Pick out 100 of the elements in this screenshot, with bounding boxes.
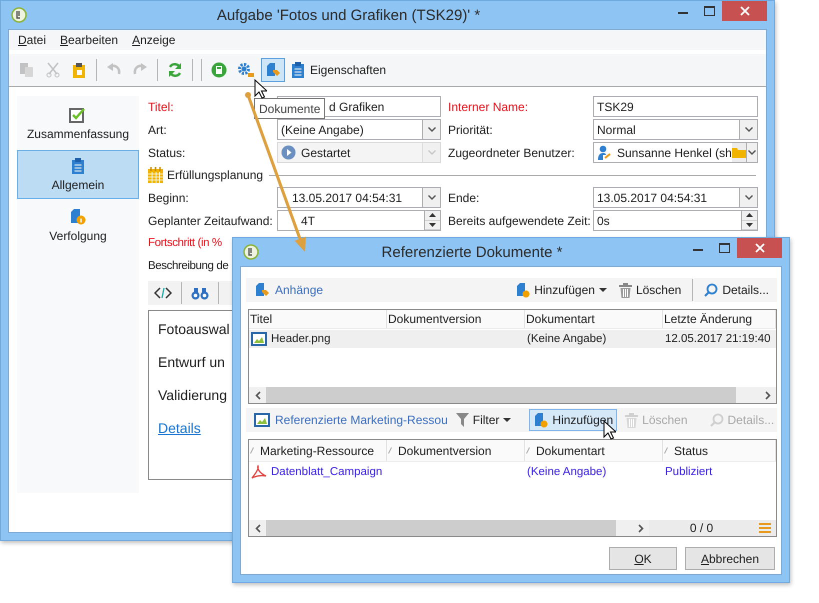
caret-icon — [744, 195, 752, 200]
app-icon — [243, 244, 259, 260]
image-icon — [254, 413, 270, 427]
calendar-icon — [148, 167, 163, 183]
sort-icon — [250, 447, 254, 454]
table-cell-text: (Keine Angabe) — [526, 332, 608, 347]
scroll-right-icon — [764, 390, 770, 400]
caret-icon — [428, 127, 436, 132]
dropdown-button[interactable] — [739, 188, 757, 207]
binoculars-icon — [191, 286, 209, 300]
sidebar-label: Zusammenfassung — [26, 126, 130, 140]
action-button[interactable]: Details... — [700, 279, 773, 301]
editor-line: Entwurf un — [158, 354, 225, 370]
close-icon — [754, 243, 764, 253]
field-label: Interner Name: — [447, 100, 530, 114]
up-icon — [429, 213, 436, 218]
sidebar-item[interactable]: Verfolgung — [17, 201, 139, 250]
action-button[interactable]: Hinzufügen — [511, 279, 611, 301]
scroll-left-icon — [254, 390, 260, 400]
document-add-icon — [515, 282, 530, 298]
action-button[interactable]: Hinzufügen — [529, 409, 618, 431]
pdf-icon — [251, 465, 267, 479]
table-link[interactable]: Datenblatt_Campaign — [249, 463, 387, 481]
column-header[interactable]: Dokumentversion — [387, 310, 525, 328]
spin-up-button[interactable] — [742, 211, 757, 220]
close-button[interactable] — [722, 1, 767, 21]
input-field[interactable]: TSK29 — [593, 96, 758, 117]
editor-line: Validierung — [158, 387, 228, 403]
dropdown-button[interactable] — [746, 143, 757, 162]
table-row[interactable]: Datenblatt_Campaign (Keine Angabe) Publiziert — [249, 463, 776, 481]
record-counter: 0 / 0 — [649, 520, 754, 536]
dropdown-field[interactable]: 13.05.2017 04:54:31 — [277, 187, 441, 208]
menu-item[interactable]: Datei — [11, 33, 54, 47]
column-header[interactable]: Dokumentart — [525, 440, 663, 461]
spin-up-button[interactable] — [425, 211, 440, 220]
documents-icon — [254, 282, 270, 298]
refresh-icon — [167, 62, 183, 78]
cancel-button[interactable]: Abbrechen — [685, 547, 775, 570]
table-link[interactable]: Publiziert — [663, 463, 776, 481]
caret-icon — [748, 150, 756, 155]
up-icon — [746, 213, 753, 218]
dropdown-button[interactable] — [422, 188, 440, 207]
filter-button[interactable]: Filter — [452, 409, 516, 431]
close-button[interactable] — [737, 238, 782, 258]
scrollbar[interactable]: 0 / 0 — [249, 520, 776, 536]
folder-icon — [732, 147, 746, 158]
document-info-icon — [70, 208, 86, 225]
column-header[interactable]: Dokumentart — [525, 310, 663, 328]
sort-icon — [664, 447, 668, 454]
dropdown-field[interactable]: Sunsanne Henkel (sh — [593, 142, 758, 163]
field-label: Beginn: — [148, 190, 190, 204]
sidebar-item[interactable]: Zusammenfassung — [17, 99, 139, 148]
down-icon — [429, 222, 436, 227]
clipboard-icon — [71, 157, 85, 174]
dialog-title: Referenzierte Dokumente * — [380, 244, 564, 260]
column-header[interactable]: Marketing-Ressource — [249, 440, 387, 461]
scroll-right-icon — [638, 524, 644, 532]
clipboard-icon — [291, 62, 305, 78]
menu-item[interactable]: Bearbeiten — [53, 33, 126, 47]
documents-icon — [265, 62, 281, 78]
caret-icon — [744, 127, 752, 132]
field-label: Art: — [148, 122, 168, 136]
column-header[interactable]: Titel — [249, 310, 387, 328]
toolbar-button[interactable] — [261, 58, 285, 82]
column-header[interactable]: Letzte Änderung — [663, 310, 776, 328]
trash-icon — [618, 282, 632, 298]
list-menu-icon — [759, 523, 771, 533]
table-row[interactable]: Header.png (Keine Angabe) 12.05.2017 21:19:40 — [249, 330, 776, 348]
editor-line: Fotoauswal — [158, 321, 230, 337]
input-field[interactable]: 0s — [593, 210, 758, 231]
column-header[interactable]: Dokumentversion — [387, 440, 525, 461]
sidebar-item[interactable]: Allgemein — [17, 150, 139, 199]
dropdown-field[interactable]: (Keine Angabe) — [277, 119, 441, 140]
menu-item[interactable]: Anzeige — [125, 33, 182, 47]
app-icon — [11, 7, 27, 23]
field-label: Ende: — [447, 190, 480, 204]
cut-icon — [45, 62, 61, 78]
toolbar-button[interactable]: Eigenschaften — [287, 58, 390, 82]
gear-icon — [237, 62, 255, 78]
sort-icon — [388, 447, 392, 454]
column-header[interactable]: Status — [663, 440, 776, 461]
dropdown-field[interactable]: 13.05.2017 04:54:31 — [593, 187, 758, 208]
details-link[interactable]: Details — [158, 420, 201, 436]
section-link[interactable]: Referenzierte Marketing-Ressou — [254, 413, 448, 427]
scroll-left-icon — [254, 524, 260, 532]
scrollbar[interactable] — [249, 387, 776, 403]
dropdown-button[interactable] — [422, 120, 440, 139]
maximize-icon — [704, 6, 714, 16]
action-button[interactable]: Löschen — [614, 279, 686, 301]
table-link[interactable]: (Keine Angabe) — [525, 463, 663, 481]
dropdown-field[interactable]: Normal — [593, 119, 758, 140]
field-label: Status: — [148, 146, 186, 160]
ok-button[interactable]: OK — [609, 547, 677, 570]
input-field[interactable]: 4T — [277, 210, 441, 231]
caret-icon — [503, 418, 512, 422]
section-link[interactable]: Anhänge — [254, 282, 324, 298]
dropdown-button[interactable] — [739, 120, 757, 139]
document-add-icon — [533, 412, 548, 428]
caret-icon — [428, 195, 436, 200]
close-icon — [740, 6, 750, 16]
